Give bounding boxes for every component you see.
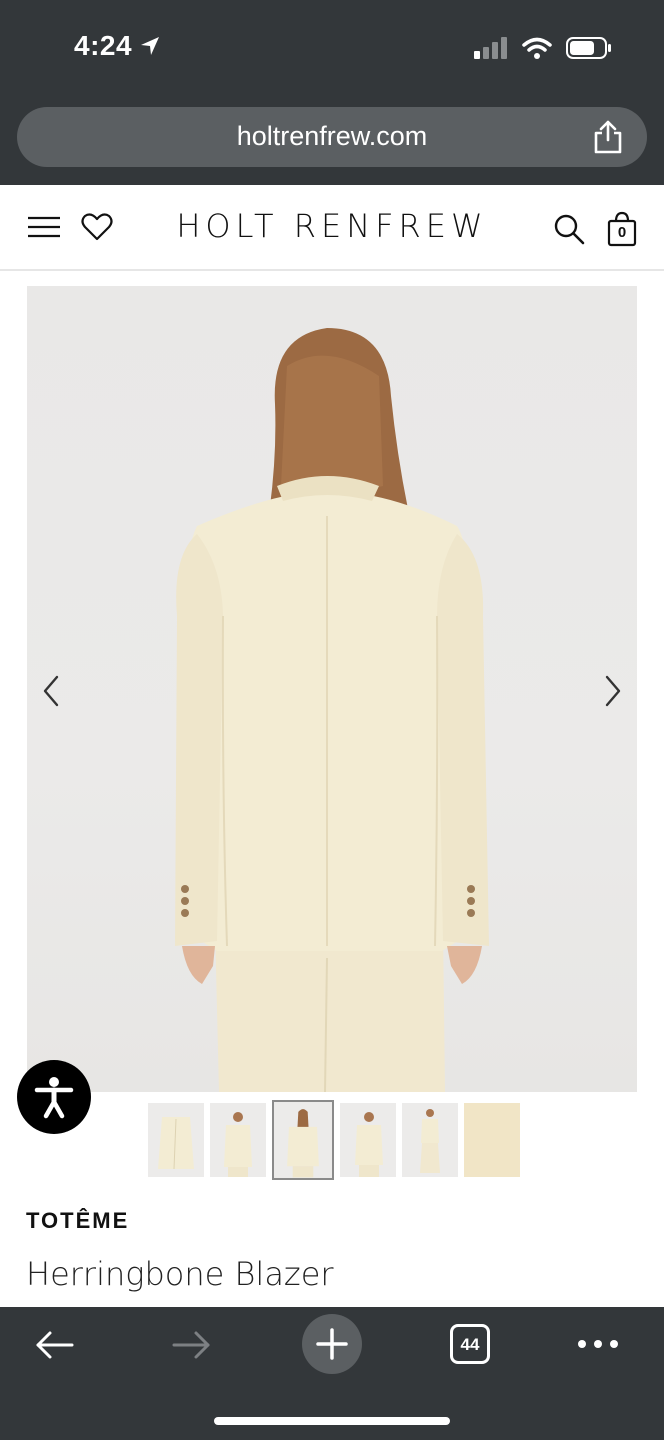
shopping-bag-button[interactable]: 0 [607, 211, 637, 247]
status-time: 4:24 [74, 30, 162, 62]
url-text[interactable]: holtrenfrew.com [17, 121, 647, 152]
product-title: Herringbone Blazer [26, 1255, 334, 1293]
cellular-signal-icon [474, 37, 507, 59]
more-options-icon[interactable] [576, 1337, 620, 1351]
browser-top-chrome: 4:24 holtrenfrew.com [0, 0, 664, 185]
tabs-button[interactable]: 44 [450, 1324, 490, 1364]
location-arrow-icon [141, 37, 160, 55]
thumbnail-6-fabric[interactable] [464, 1103, 520, 1177]
address-bar[interactable]: holtrenfrew.com [17, 107, 647, 167]
thumbnail-4[interactable] [340, 1103, 396, 1177]
thumbnail-strip [148, 1100, 520, 1180]
thumbnail-3-active[interactable] [272, 1100, 334, 1180]
cart-count-badge: 0 [617, 224, 627, 241]
product-photo-blazer-back [175, 328, 489, 1092]
tab-count: 44 [460, 1335, 480, 1354]
home-indicator[interactable] [214, 1417, 450, 1425]
thumbnail-2[interactable] [210, 1103, 266, 1177]
status-indicators [474, 36, 612, 60]
next-image-arrow-icon[interactable] [597, 671, 627, 711]
battery-icon [566, 37, 611, 59]
wifi-icon [522, 37, 552, 59]
thumbnail-5[interactable] [402, 1103, 458, 1177]
new-tab-button[interactable] [302, 1314, 362, 1374]
product-brand[interactable]: TOTÊME [26, 1208, 129, 1234]
plus-icon [316, 1328, 348, 1360]
forward-arrow-icon[interactable] [172, 1329, 212, 1361]
share-icon[interactable] [591, 120, 625, 154]
site-header: HOLT RENFREW 0 [0, 185, 664, 271]
product-main-image[interactable] [27, 286, 637, 1092]
accessibility-button[interactable] [17, 1060, 91, 1134]
search-icon[interactable] [553, 213, 585, 245]
previous-image-arrow-icon[interactable] [37, 671, 67, 711]
thumbnail-1[interactable] [148, 1103, 204, 1177]
accessibility-person-icon [34, 1077, 74, 1119]
back-arrow-icon[interactable] [34, 1329, 74, 1361]
